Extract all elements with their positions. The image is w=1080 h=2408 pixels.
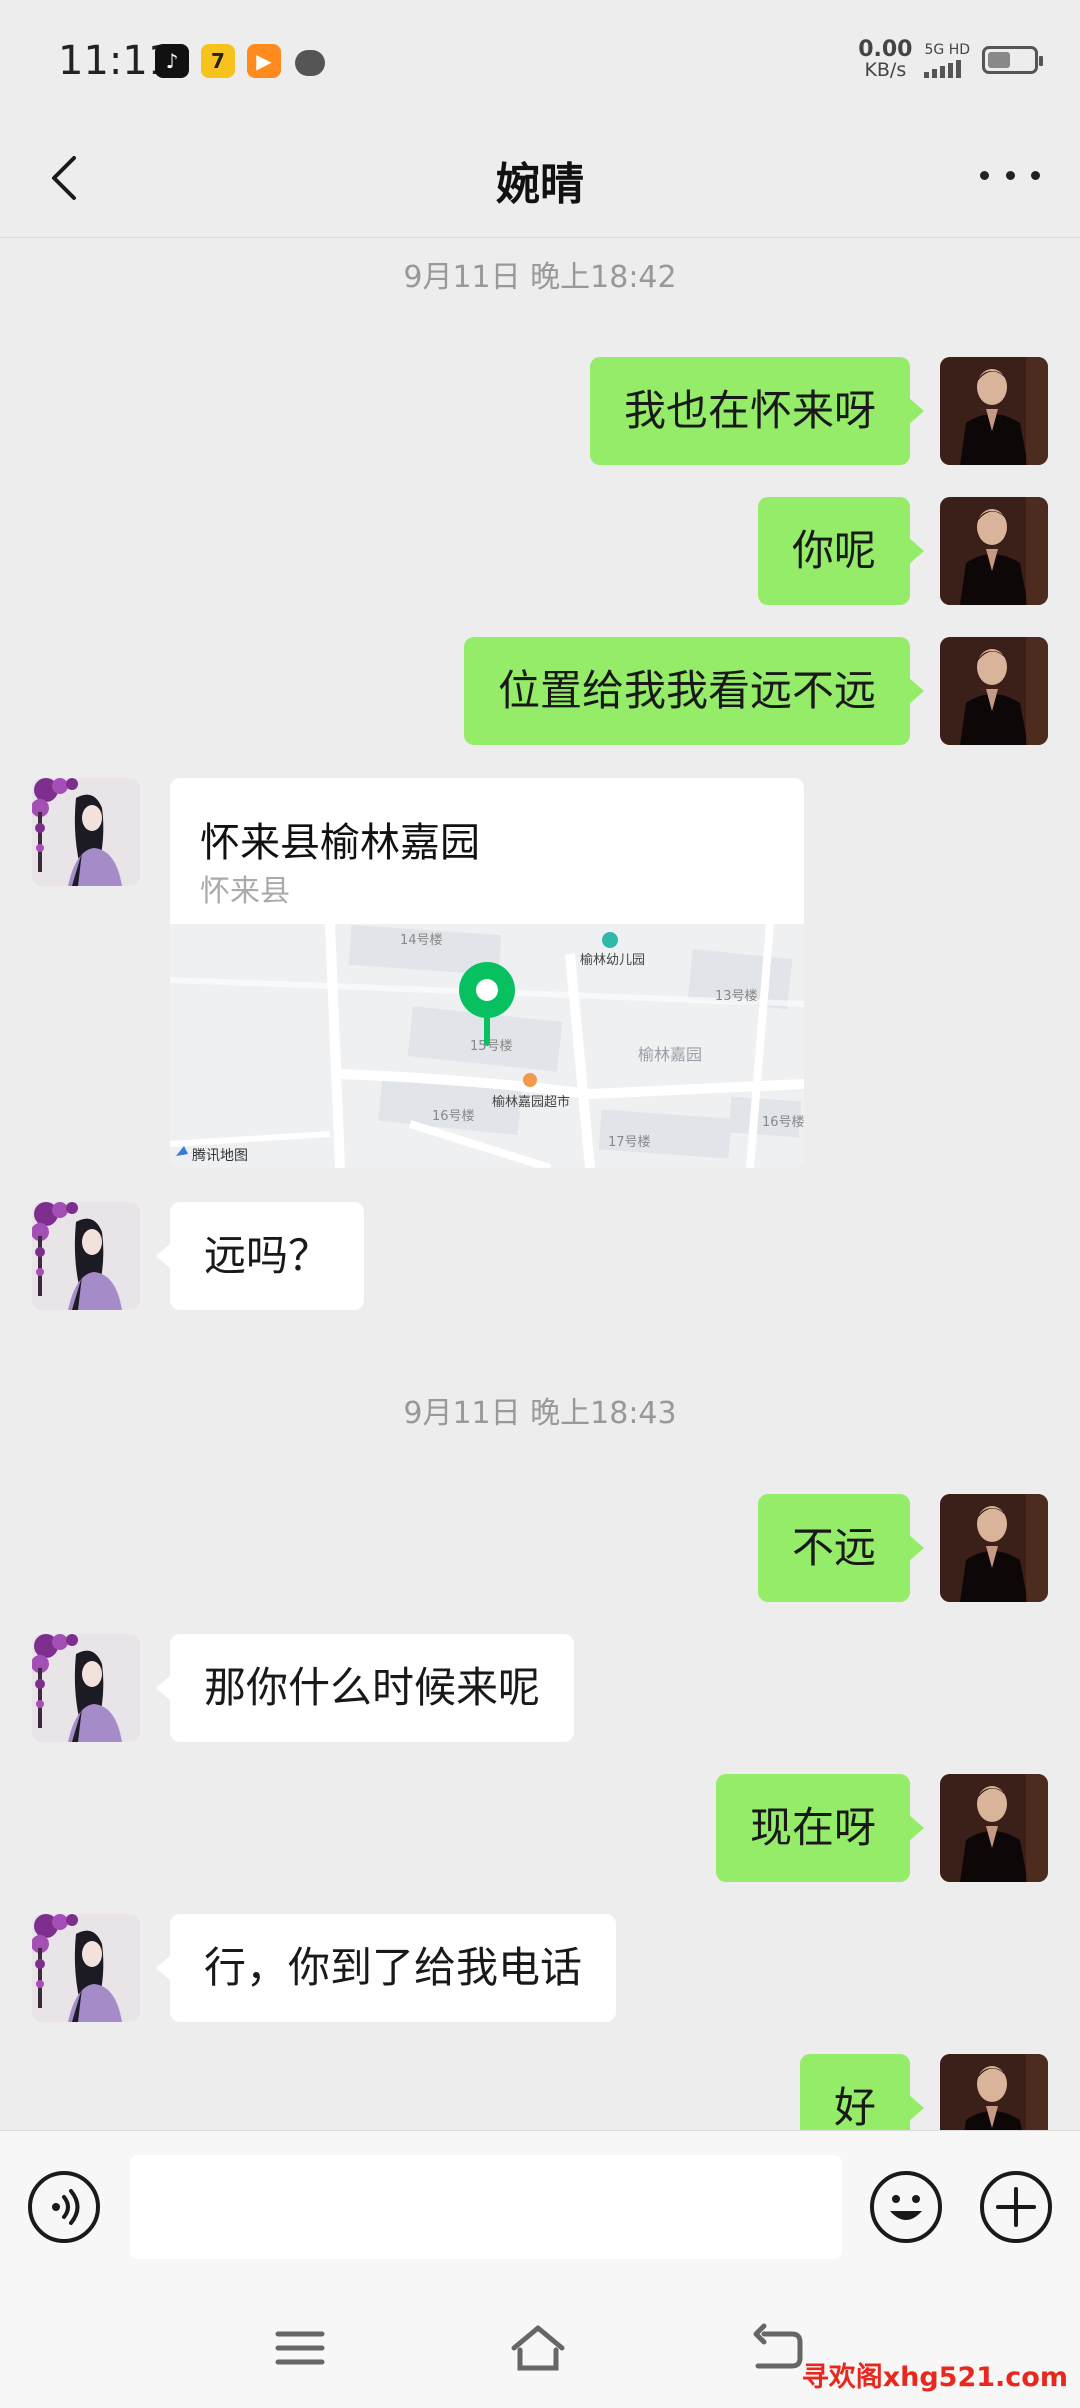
status-indicators: 0.00 KB/s 5G HD (858, 37, 1043, 81)
location-address: 怀来县 (200, 874, 290, 909)
map-label: 13号楼 (715, 989, 758, 1004)
plus-icon (996, 2187, 1036, 2227)
message-bubble-mine[interactable]: 你呢 (757, 497, 925, 605)
chat-header: 婉晴 (0, 120, 1080, 238)
chat-input-bar (0, 2130, 1080, 2280)
message-bubble-contact[interactable]: 那你什么时候来呢 (155, 1634, 575, 1742)
map-label: 16号楼 (762, 1115, 804, 1130)
location-message-card[interactable]: 怀来县榆林嘉园 怀来县 14号楼 榆林幼儿园 13号楼 15号楼 榆林嘉园 榆林… (170, 778, 804, 1168)
video-app-icon: ▶ (247, 44, 281, 78)
avatar-me[interactable] (940, 1494, 1048, 1602)
map-label: 14号楼 (400, 933, 443, 948)
signal-bars-icon (924, 60, 970, 78)
message-bubble-mine[interactable]: 现在呀 (715, 1774, 925, 1882)
avatar-contact[interactable] (32, 1914, 140, 2022)
message-bubble-contact[interactable]: 远吗？ (155, 1202, 365, 1310)
more-options-button[interactable] (980, 160, 1040, 190)
network-type: 5G HD (924, 42, 970, 58)
signal-indicator: 5G HD (924, 42, 970, 78)
avatar-me[interactable] (940, 357, 1048, 465)
map-label: 榆林嘉园 (638, 1045, 702, 1064)
map-label: 榆林幼儿园 (580, 953, 645, 968)
net-speed-unit: KB/s (864, 59, 907, 81)
voice-input-button[interactable] (28, 2171, 100, 2243)
status-bar: 11:11 ♪ 7 ▶ 0.00 KB/s 5G HD (0, 0, 1080, 120)
net-speed: 0.00 KB/s (858, 37, 913, 81)
return-icon (753, 2323, 803, 2369)
avatar-contact[interactable] (32, 778, 140, 886)
message-bubble-mine[interactable]: 位置给我我看远不远 (463, 637, 925, 745)
page-title: 婉晴 (496, 159, 584, 210)
back-nav-button[interactable] (748, 2320, 808, 2376)
avatar-me[interactable] (940, 1774, 1048, 1882)
map-brand: 腾讯地图 (192, 1147, 248, 1164)
map-label: 榆林嘉园超市 (492, 1094, 570, 1110)
watermark-text: 寻欢阁xhg521.com (801, 2362, 1068, 2393)
more-dot-icon (1005, 170, 1015, 180)
message-input[interactable] (130, 2155, 842, 2259)
message-bubble-mine[interactable]: 不远 (757, 1494, 925, 1602)
net-speed-value: 0.00 (858, 37, 913, 62)
more-functions-button[interactable] (980, 2171, 1052, 2243)
battery-icon (982, 46, 1043, 74)
tiktok-icon: ♪ (155, 44, 189, 78)
map-label: 15号楼 (470, 1039, 513, 1054)
chat-notification-icon (293, 44, 327, 78)
system-nav-bar: 寻欢阁xhg521.com (0, 2280, 1080, 2408)
message-bubble-contact[interactable]: 行，你到了给我电话 (155, 1914, 617, 2022)
home-button[interactable] (508, 2320, 568, 2376)
message-bubble-mine[interactable]: 我也在怀来呀 (589, 357, 925, 465)
voice-icon (52, 2189, 80, 2225)
emoji-icon (890, 2195, 922, 2220)
home-icon (511, 2325, 565, 2371)
map-label: 17号楼 (608, 1135, 651, 1150)
timestamp: 9月11日 晚上18:43 (403, 1396, 677, 1431)
seven-app-icon: 7 (201, 44, 235, 78)
location-map-preview: 14号楼 榆林幼儿园 13号楼 15号楼 榆林嘉园 榆林嘉园超市 16号楼 17… (170, 924, 804, 1168)
avatar-contact[interactable] (32, 1202, 140, 1310)
avatar-me[interactable] (940, 637, 1048, 745)
map-label: 16号楼 (432, 1109, 475, 1124)
avatar-contact[interactable] (32, 1634, 140, 1742)
location-name: 怀来县榆林嘉园 (200, 820, 480, 866)
status-app-icons: ♪ 7 ▶ (155, 44, 327, 78)
menu-button[interactable] (270, 2320, 330, 2376)
menu-icon (275, 2331, 325, 2365)
more-dot-icon (1031, 170, 1040, 180)
more-dot-icon (980, 170, 989, 180)
emoji-button[interactable] (870, 2171, 942, 2243)
timestamp: 9月11日 晚上18:42 (403, 260, 677, 295)
avatar-me[interactable] (940, 497, 1048, 605)
